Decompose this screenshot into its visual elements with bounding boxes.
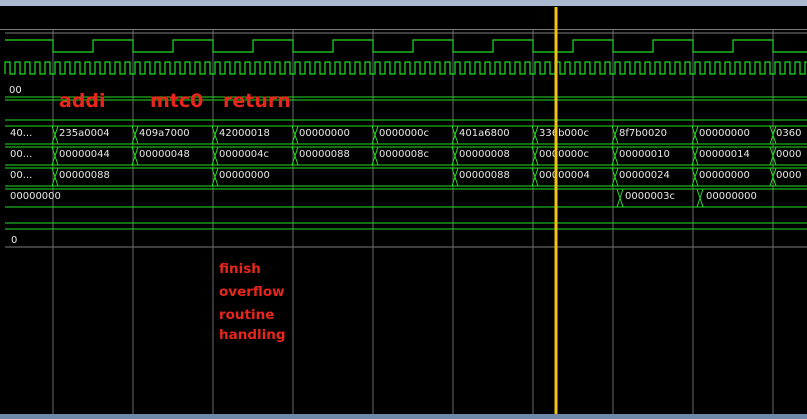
bus-value: 00... [10, 170, 32, 181]
bus-value: 00000000 [706, 191, 757, 202]
bus-value: 00000044 [59, 149, 110, 160]
fast-clock-waveform[interactable] [4, 61, 807, 75]
bus-value: 00000010 [619, 149, 670, 160]
window-bottom-border [0, 414, 807, 419]
bus-value: 0000004c [219, 149, 269, 160]
bus-value: 00000088 [59, 170, 110, 181]
note-line: handling [219, 327, 286, 343]
waveform-canvas[interactable]: 00 addi mtc0 return 40... 235a0004 409a7… [0, 0, 807, 419]
annotation-addi: addi [59, 90, 106, 112]
bus-value: 40... [10, 128, 32, 139]
bus-value: 00000000 [219, 170, 270, 181]
bus-value: 00000088 [459, 170, 510, 181]
bus-value: 00000004 [539, 170, 590, 181]
bus-outline [5, 167, 807, 187]
bus-row-1-values: 40... 235a0004 409a7000 42000018 0000000… [10, 128, 801, 139]
bus-outline [5, 188, 807, 208]
row0-value: 00 [9, 85, 22, 96]
bus-value: 00000088 [299, 149, 350, 160]
bus-value: 00000000 [10, 191, 61, 202]
bus-value: 8f7b0020 [619, 128, 667, 139]
bus-value: 0000000c [539, 149, 589, 160]
note-line: routine [219, 307, 274, 323]
annotation-note: finish overflow routine handling [219, 261, 286, 343]
bus-row-2-values: 00... 00000044 00000048 0000004c 0000008… [10, 149, 801, 160]
bus-row-3-values: 00... 00000088 00000000 00000088 0000000… [10, 170, 801, 181]
bus-value: 0000008c [379, 149, 429, 160]
note-line: overflow [219, 284, 285, 300]
bus-value: 409a7000 [139, 128, 190, 139]
bus-value: 00000014 [699, 149, 750, 160]
bus-value: 00... [10, 149, 32, 160]
bus-value: 00000024 [619, 170, 670, 181]
note-line: finish [219, 261, 261, 277]
bus-value: 42000018 [219, 128, 270, 139]
bus-value: 00000000 [699, 128, 750, 139]
bus-value: 0000 [776, 149, 801, 160]
bus-value: 0360 [776, 128, 801, 139]
row5-value: 0 [11, 235, 17, 246]
bus-row-4-values: 00000000 0000003c 00000000 [10, 191, 757, 202]
bus-value: 0000000c [379, 128, 429, 139]
bus-row-3[interactable] [5, 167, 807, 187]
slow-clock-waveform[interactable] [5, 39, 807, 53]
bus-value: 336b000c [539, 128, 589, 139]
annotation-mtc0: mtc0 [150, 90, 203, 112]
bus-value: 00000048 [139, 149, 190, 160]
bus-value: 401a6800 [459, 128, 510, 139]
bus-row-4[interactable] [5, 188, 807, 208]
bus-value: 0000 [776, 170, 801, 181]
bus-value: 235a0004 [59, 128, 110, 139]
bus-value: 00000000 [299, 128, 350, 139]
bus-value: 0000003c [625, 191, 675, 202]
cycle-grid [52, 30, 774, 414]
annotation-return: return [223, 90, 291, 112]
bus-value: 00000008 [459, 149, 510, 160]
bus-value: 00000000 [699, 170, 750, 181]
